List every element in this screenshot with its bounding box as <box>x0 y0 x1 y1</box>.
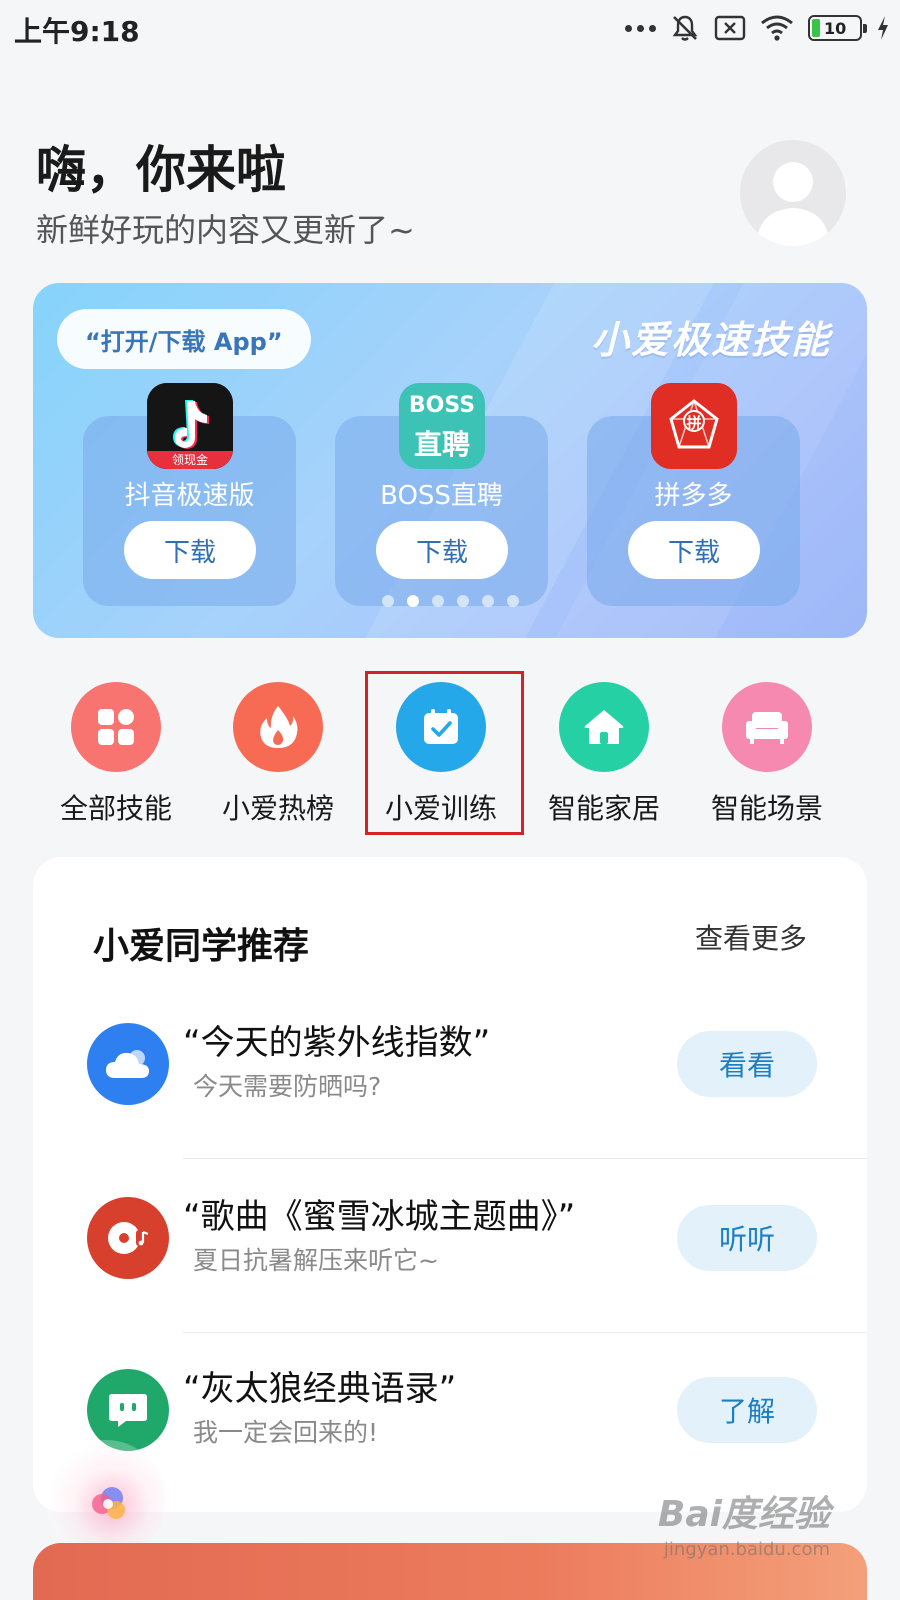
banner-title: 小爱极速技能 <box>590 318 831 362</box>
download-button[interactable]: 下载 <box>124 521 256 579</box>
watermark: Bai度经验 jingyan.baidu.com <box>658 1485 830 1560</box>
category-smart-home[interactable]: 智能家居 <box>534 682 674 827</box>
app-name: 拼多多 <box>654 481 733 511</box>
category-label: 小爱热榜 <box>221 792 334 825</box>
charging-icon <box>878 16 888 40</box>
recommend-item-title: “今天的紫外线指数” <box>183 1023 491 1063</box>
recommend-item-subtitle: 我一定会回来的! <box>193 1418 379 1447</box>
download-button[interactable]: 下载 <box>628 521 760 579</box>
pager-dot <box>481 595 494 607</box>
weather-cloud-icon <box>87 1023 169 1105</box>
category-label: 智能家居 <box>547 792 660 825</box>
music-disc-icon <box>87 1197 169 1279</box>
look-button[interactable]: 看看 <box>677 1031 817 1097</box>
greeting-subtitle: 新鲜好玩的内容又更新了~ <box>36 211 415 249</box>
category-hot-list[interactable]: 小爱热榜 <box>208 682 348 827</box>
status-bar: 上午9:18 10 <box>0 0 900 56</box>
boss-icon-text-top: BOSS <box>408 393 476 418</box>
greeting-title: 嗨，你来啦 <box>36 141 286 199</box>
more-dots-icon <box>625 24 656 32</box>
flame-icon <box>233 682 323 772</box>
user-avatar-icon <box>756 162 830 246</box>
pinduoduo-app-icon: 拼 <box>651 383 737 469</box>
status-icons: 10 <box>625 12 890 44</box>
battery-level: 10 <box>824 18 847 38</box>
mute-icon <box>672 15 698 41</box>
avatar[interactable] <box>740 140 846 246</box>
category-smart-scene[interactable]: 智能场景 <box>697 682 837 827</box>
category-all-skills[interactable]: 全部技能 <box>46 682 186 827</box>
pager-dot <box>506 595 519 607</box>
pinduoduo-icon-text: 拼 <box>686 414 702 432</box>
category-label: 智能场景 <box>710 792 823 825</box>
status-time: 上午9:18 <box>14 15 140 48</box>
category-label: 全部技能 <box>59 792 172 825</box>
boss-app-icon: BOSS 直聘 <box>399 383 485 469</box>
wifi-icon <box>761 15 793 41</box>
pager-dot <box>381 595 394 607</box>
assistant-orb[interactable] <box>46 1440 166 1560</box>
app-name: 抖音极速版 <box>124 481 255 511</box>
douyin-icon-badge: 领现金 <box>171 453 208 467</box>
learn-button[interactable]: 了解 <box>677 1377 817 1443</box>
grid-icon <box>71 682 161 772</box>
assistant-logo-icon <box>92 1487 125 1519</box>
recommend-item-subtitle: 夏日抗暑解压来听它~ <box>193 1246 439 1275</box>
no-sim-icon <box>714 15 746 41</box>
recommend-title: 小爱同学推荐 <box>93 926 310 967</box>
pager-dot <box>431 595 444 607</box>
home-icon <box>559 682 649 772</box>
pager-dot-active <box>406 595 419 607</box>
recommend-item-title: “歌曲《蜜雪冰城主题曲》” <box>183 1197 576 1237</box>
recommend-item-subtitle: 今天需要防晒吗? <box>193 1072 382 1101</box>
quick-skills-banner[interactable]: “打开/下载 App” 小爱极速技能 领现金 抖音极速版 下载 BOSS 直聘 … <box>33 283 867 638</box>
banner-pager <box>33 595 867 607</box>
watermark-url: jingyan.baidu.com <box>663 1539 830 1560</box>
banner-pill: “打开/下载 App” <box>57 309 311 369</box>
recommend-card: 小爱同学推荐 查看更多 “今天的紫外线指数” 今天需要防晒吗? 看看 “歌曲《蜜… <box>33 857 867 1512</box>
sofa-icon <box>722 682 812 772</box>
chat-bubble-icon <box>87 1369 169 1451</box>
pager-dot <box>456 595 469 607</box>
recommend-item[interactable]: “今天的紫外线指数” 今天需要防晒吗? 看看 <box>33 985 867 1159</box>
see-more-link[interactable]: 查看更多 <box>695 917 807 957</box>
recommend-item[interactable]: “歌曲《蜜雪冰城主题曲》” 夏日抗暑解压来听它~ 听听 <box>33 1159 867 1333</box>
download-button[interactable]: 下载 <box>376 521 508 579</box>
highlight-box <box>365 671 524 835</box>
listen-button[interactable]: 听听 <box>677 1205 817 1271</box>
douyin-app-icon: 领现金 <box>147 383 233 469</box>
recommend-item-title: “灰太狼经典语录” <box>183 1369 457 1409</box>
boss-icon-text-bottom: 直聘 <box>413 428 470 461</box>
battery-icon: 10 <box>808 15 867 41</box>
app-name: BOSS直聘 <box>380 481 503 511</box>
watermark-main: Bai度经验 <box>657 1494 830 1535</box>
